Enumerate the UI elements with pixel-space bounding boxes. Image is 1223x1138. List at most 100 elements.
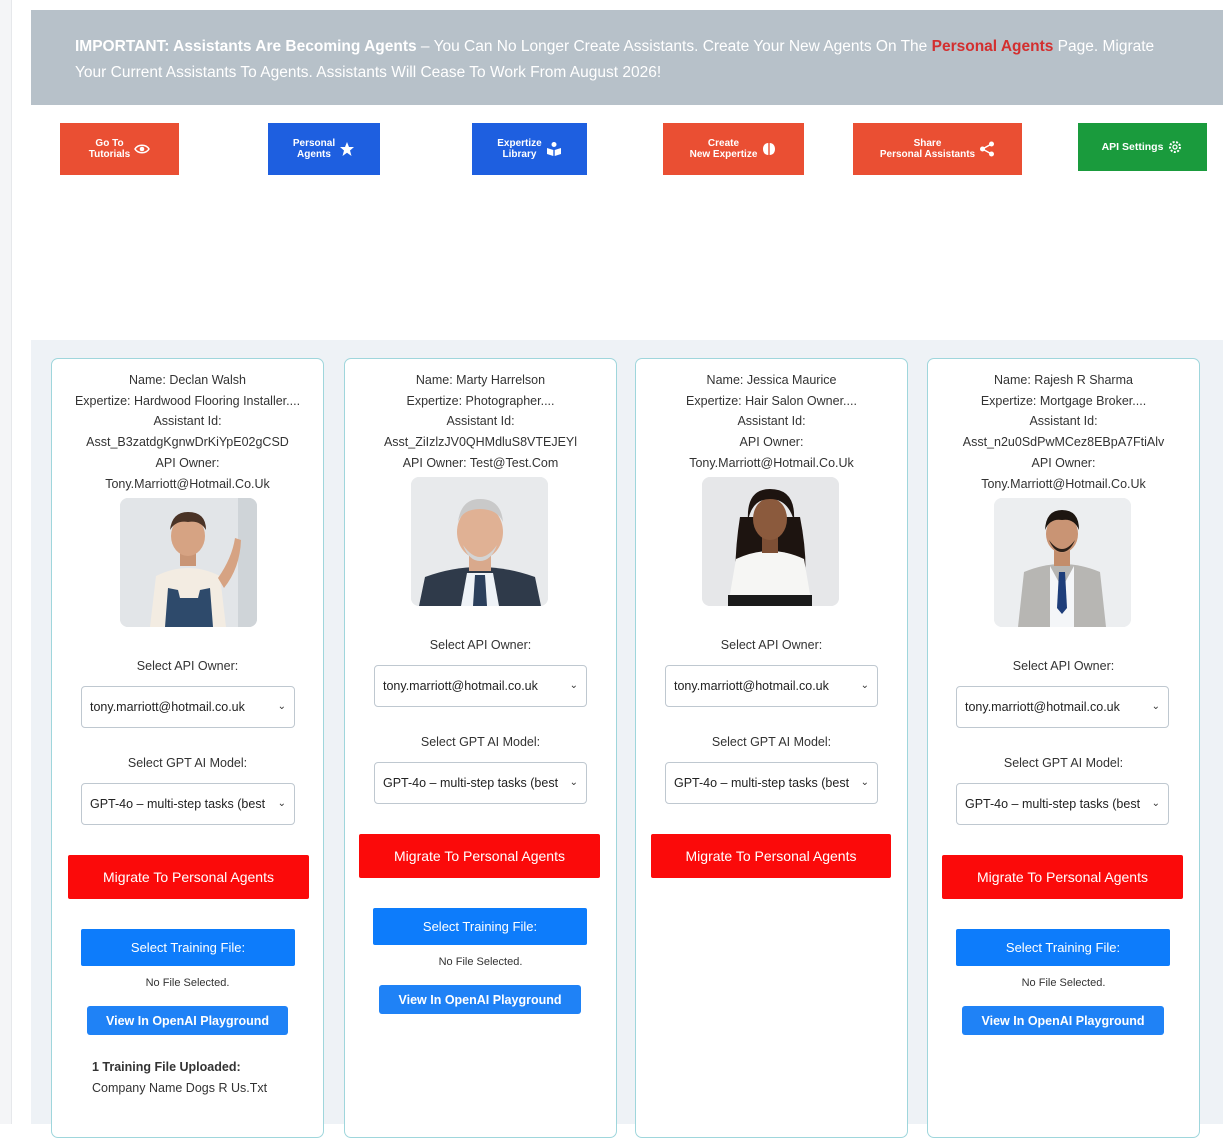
agents-label-1: Personal (292, 138, 336, 149)
gpt-model-select[interactable]: GPT-4o – multi-step tasks (best ⌄ (81, 783, 295, 825)
create-new-expertize-button[interactable]: Create New Expertize (663, 123, 804, 175)
banner-text-1: – You Can No Longer Create Assistants. C… (416, 38, 932, 55)
api-owner-select[interactable]: tony.marriott@hotmail.co.uk ⌄ (665, 665, 878, 707)
assistant-expertize: Expertize: Mortgage Broker.... (980, 393, 1147, 408)
api-owner-select-value: tony.marriott@hotmail.co.uk (965, 700, 1120, 714)
left-sidebar-edge (0, 0, 12, 1124)
important-banner: IMPORTANT: Assistants Are Becoming Agent… (31, 10, 1223, 105)
assistant-expertize: Expertize: Photographer.... (406, 393, 555, 408)
personal-agents-button[interactable]: Personal Agents (268, 123, 380, 175)
personal-agents-link[interactable]: Personal Agents (932, 38, 1054, 55)
star-icon (340, 142, 355, 156)
create-label-1: Create (707, 138, 740, 149)
library-label-2: Library (502, 149, 537, 160)
chevron-down-icon: ⌄ (569, 777, 578, 788)
gpt-model-select[interactable]: GPT-4o – multi-step tasks (best ⌄ (665, 762, 878, 804)
view-in-playground-button[interactable]: View In OpenAI Playground (87, 1006, 288, 1035)
share-label-2: Personal Assistants (879, 149, 976, 160)
chevron-down-icon: ⌄ (860, 777, 869, 788)
migrate-button[interactable]: Migrate To Personal Agents (68, 855, 309, 899)
assistant-info: Name: Jessica Maurice Expertize: Hair Sa… (636, 359, 907, 474)
migrate-button[interactable]: Migrate To Personal Agents (942, 855, 1183, 899)
select-api-owner-label: Select API Owner: (136, 659, 239, 673)
assistant-info: Name: Marty Harrelson Expertize: Photogr… (345, 359, 616, 474)
gpt-model-select-value: GPT-4o – multi-step tasks (best (674, 776, 850, 790)
assistant-id-label: Assistant Id: (1029, 414, 1098, 429)
view-in-playground-button[interactable]: View In OpenAI Playground (379, 985, 581, 1014)
gear-icon (1169, 141, 1182, 153)
assistant-expertize: Expertize: Hardwood Flooring Installer..… (74, 393, 301, 408)
api-owner-select[interactable]: tony.marriott@hotmail.co.uk ⌄ (956, 686, 1169, 728)
assistant-avatar (702, 477, 839, 606)
gpt-model-select[interactable]: GPT-4o – multi-step tasks (best ⌄ (956, 783, 1169, 825)
assistant-id-label: Assistant Id: (153, 414, 222, 429)
library-label-1: Expertize (497, 138, 542, 149)
gpt-model-select[interactable]: GPT-4o – multi-step tasks (best ⌄ (374, 762, 587, 804)
view-in-playground-button[interactable]: View In OpenAI Playground (962, 1006, 1164, 1035)
assistant-id-label: Assistant Id: (446, 414, 515, 429)
chevron-down-icon: ⌄ (860, 680, 869, 691)
share-label-1: Share (913, 138, 942, 149)
gpt-model-select-value: GPT-4o – multi-step tasks (best (90, 797, 266, 811)
assistant-id: Asst_n2u0SdPwMCez8EBpA7FtiAlv (962, 435, 1165, 450)
eye-icon (134, 144, 151, 154)
assistant-avatar (120, 498, 257, 627)
select-training-file-button[interactable]: Select Training File: (81, 929, 295, 966)
assistant-card-declan: Name: Declan Walsh Expertize: Hardwood F… (51, 358, 324, 1138)
select-model-label: Select GPT AI Model: (420, 735, 541, 749)
tutorials-label-2: Tutorials (88, 149, 131, 160)
tutorials-label-1: Go To (95, 138, 124, 149)
uploaded-files: 1 Training File Uploaded: Company Name D… (92, 1057, 267, 1099)
go-to-tutorials-button[interactable]: Go To Tutorials (60, 123, 179, 175)
assistant-avatar (411, 477, 548, 606)
assistant-name: Name: Declan Walsh (129, 373, 246, 387)
select-training-file-button[interactable]: Select Training File: (373, 908, 587, 945)
api-owner: API Owner: Test@Test.Com (402, 455, 559, 470)
api-owner-label: API Owner: (739, 435, 804, 450)
api-owner-select[interactable]: tony.marriott@hotmail.co.uk ⌄ (374, 665, 587, 707)
no-file-selected-text: No File Selected. (145, 977, 230, 989)
agents-label-2: Agents (297, 149, 331, 160)
chevron-down-icon: ⌄ (277, 798, 286, 809)
api-owner: Tony.Marriott@Hotmail.Co.Uk (689, 455, 854, 470)
chevron-down-icon: ⌄ (1151, 701, 1160, 712)
api-owner-select[interactable]: tony.marriott@hotmail.co.uk ⌄ (81, 686, 295, 728)
assistant-card-rajesh: Name: Rajesh R Sharma Expertize: Mortgag… (927, 358, 1200, 1138)
migrate-button[interactable]: Migrate To Personal Agents (651, 834, 891, 878)
assistant-card-marty: Name: Marty Harrelson Expertize: Photogr… (344, 358, 617, 1138)
share-icon (980, 141, 995, 157)
assistant-info: Name: Declan Walsh Expertize: Hardwood F… (52, 359, 323, 494)
chevron-down-icon: ⌄ (569, 680, 578, 691)
banner-bold: IMPORTANT: Assistants Are Becoming Agent… (75, 38, 417, 55)
api-settings-button[interactable]: API Settings (1078, 123, 1207, 171)
no-file-selected-text: No File Selected. (438, 956, 523, 968)
api-owner-label: API Owner: (155, 455, 220, 470)
chevron-down-icon: ⌄ (277, 701, 286, 712)
api-owner: Tony.Marriott@Hotmail.Co.Uk (981, 476, 1146, 491)
select-training-file-button[interactable]: Select Training File: (956, 929, 1170, 966)
share-personal-assistants-button[interactable]: Share Personal Assistants (853, 123, 1022, 175)
select-api-owner-label: Select API Owner: (720, 638, 823, 652)
api-owner-select-value: tony.marriott@hotmail.co.uk (383, 679, 538, 693)
assistant-id: Asst_ZiIzlzJV0QHMdluS8VTEJEYl (383, 435, 578, 450)
migrate-button[interactable]: Migrate To Personal Agents (359, 834, 600, 878)
assistant-id-label: Assistant Id: (737, 414, 806, 429)
assistant-expertize: Expertize: Hair Salon Owner.... (686, 393, 857, 408)
brain-icon (763, 143, 776, 155)
assistant-avatar (994, 498, 1131, 627)
api-owner: Tony.Marriott@Hotmail.Co.Uk (105, 476, 270, 491)
select-api-owner-label: Select API Owner: (429, 638, 532, 652)
api-owner-label: API Owner: (1031, 455, 1096, 470)
assistant-info: Name: Rajesh R Sharma Expertize: Mortgag… (928, 359, 1199, 494)
uploaded-file-name: Company Name Dogs R Us.Txt (92, 1081, 268, 1095)
no-file-selected-text: No File Selected. (1021, 977, 1106, 989)
gpt-model-select-value: GPT-4o – multi-step tasks (best (965, 797, 1141, 811)
assistant-name: Name: Rajesh R Sharma (994, 373, 1133, 387)
assistant-id: Asst_B3zatdgKgnwDrKiYpE02gCSD (86, 435, 289, 450)
book-reader-icon (546, 142, 561, 156)
gpt-model-select-value: GPT-4o – multi-step tasks (best (383, 776, 559, 790)
api-owner-select-value: tony.marriott@hotmail.co.uk (674, 679, 829, 693)
chevron-down-icon: ⌄ (1151, 798, 1160, 809)
expertize-library-button[interactable]: Expertize Library (472, 123, 587, 175)
assistant-name: Name: Marty Harrelson (415, 373, 546, 387)
